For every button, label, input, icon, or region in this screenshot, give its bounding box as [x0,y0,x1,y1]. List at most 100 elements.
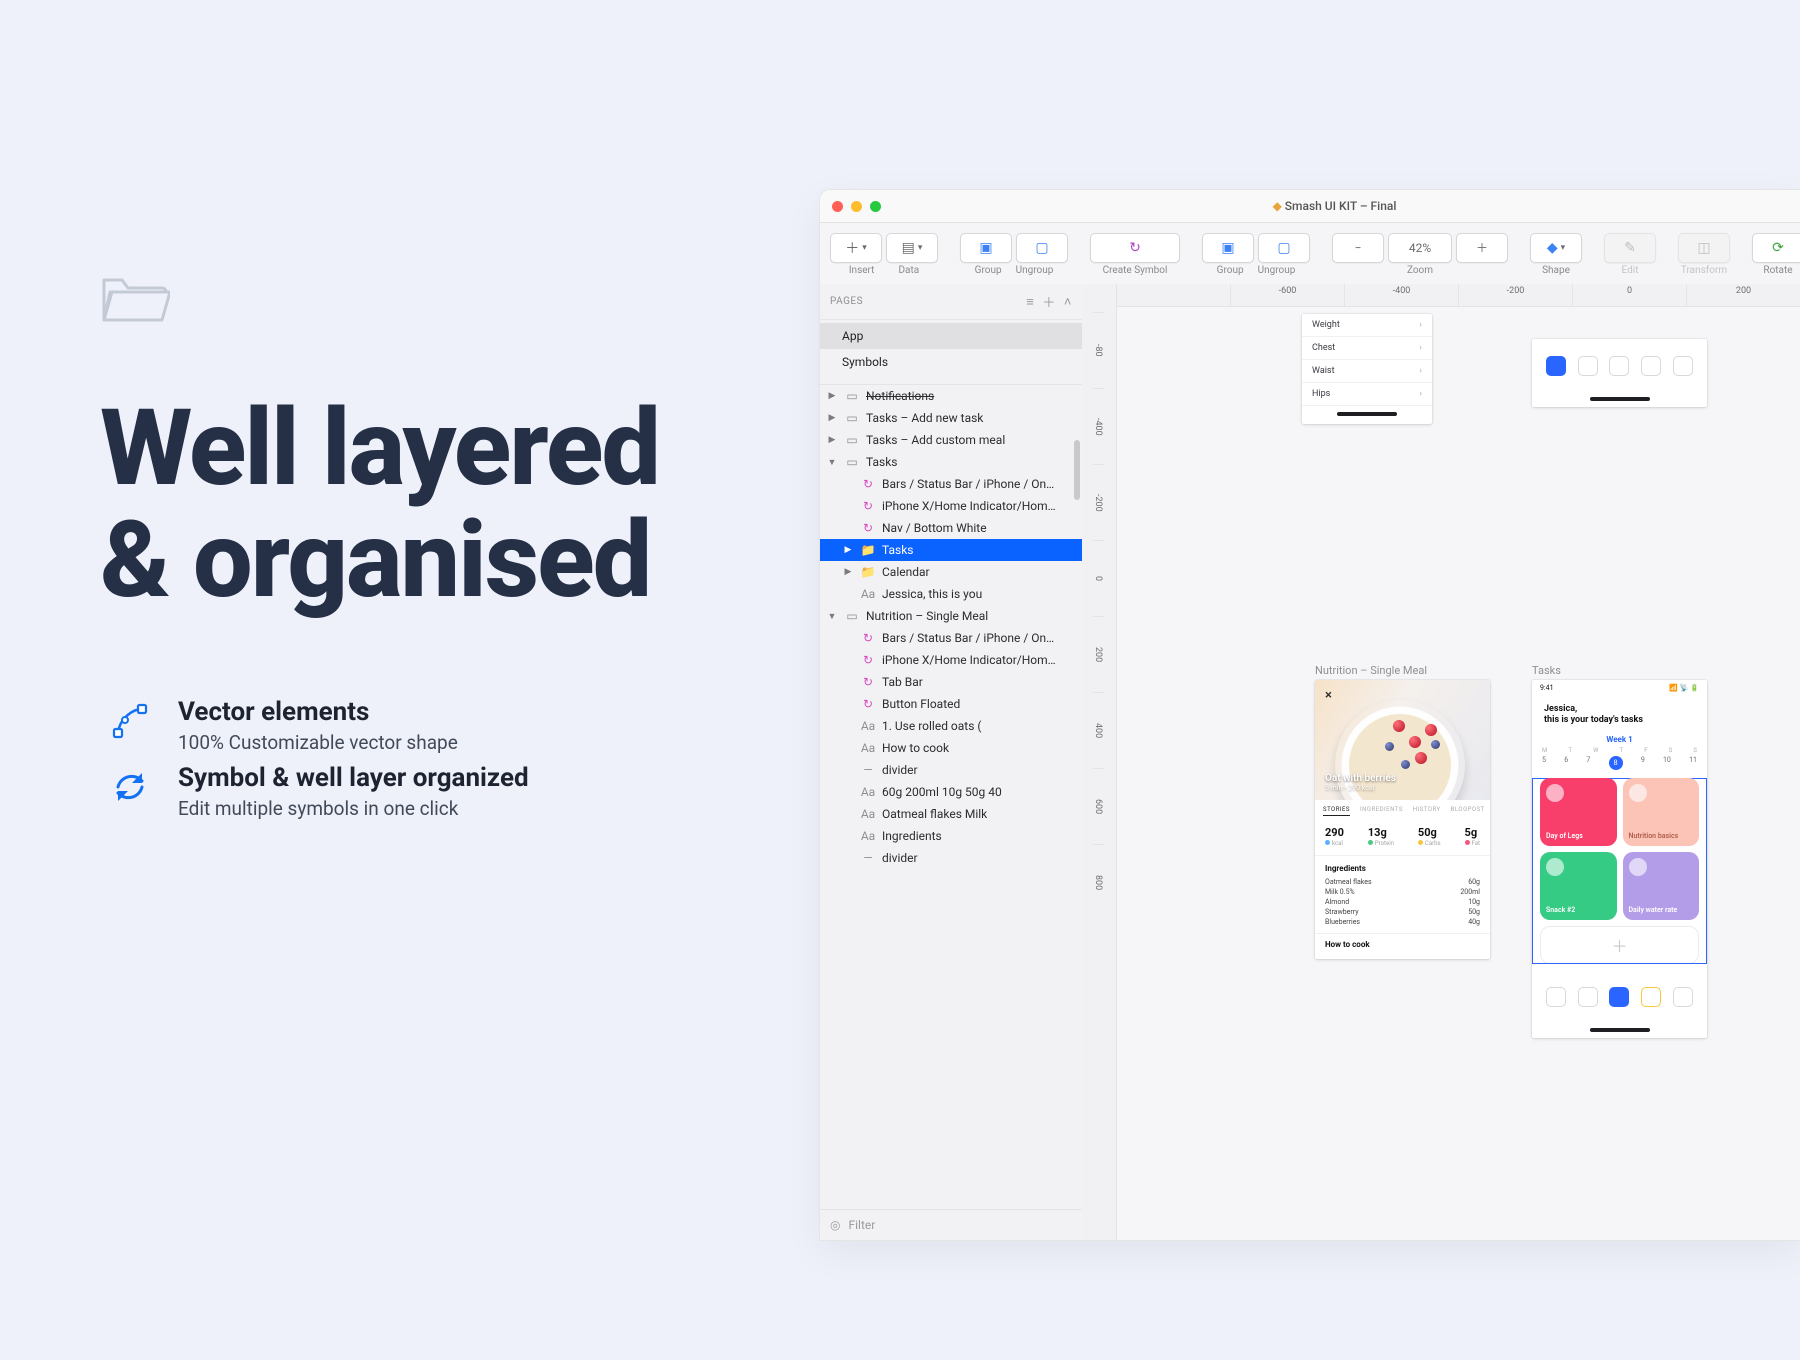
task-card[interactable]: Nutrition basics [1623,778,1700,846]
layer-row[interactable]: AaHow to cook [820,737,1082,759]
task-card[interactable]: Snack #2 [1540,852,1617,920]
layer-row[interactable]: ↻Button Floated [820,693,1082,715]
toolbar: ＋▾ ▤▾ Insert Data ▣ ▢ Group Ungroup [820,223,1800,286]
scrollbar-thumb[interactable] [1074,440,1080,500]
tab-icon [1578,356,1598,376]
fold-icon: 📁 [860,565,876,579]
ruler-vertical[interactable]: -80-400-2000200400600800 [1082,284,1117,1240]
ungroup-button[interactable]: ▢ [1016,233,1068,263]
layer-row[interactable]: ▶▭Tasks – Add new task [820,407,1082,429]
layer-row[interactable]: ▼▭Nutrition – Single Meal [820,605,1082,627]
zoom-window-button[interactable] [870,201,881,212]
transform-button[interactable]: ◫ [1678,233,1730,263]
promo-panel: Well layered& organised Vector elements … [100,260,930,785]
artboard-nutrition[interactable]: × Oat with berries5 min • 290 kcal STORI… [1315,680,1490,959]
art-icon: ▭ [844,455,860,469]
group2-button[interactable]: ▣ [1202,233,1254,263]
add-card-button[interactable]: ＋ [1540,926,1699,964]
meal-image: × Oat with berries5 min • 290 kcal [1315,680,1490,800]
layer-row[interactable]: —divider [820,759,1082,781]
layer-row[interactable]: Aa60g 200ml 10g 50g 40 [820,781,1082,803]
document-title: Smash UI KIT – Final [881,199,1788,213]
rotate-button[interactable]: ⟳ [1752,233,1800,263]
fold-icon: 📁 [860,543,876,557]
zoom-in-button[interactable]: ＋ [1456,233,1508,263]
data-button[interactable]: ▤▾ [886,233,938,263]
txt-icon: Aa [860,719,876,733]
task-card[interactable]: Daily water rate [1623,852,1700,920]
close-icon[interactable]: × [1325,688,1332,703]
layer-row[interactable]: ▶📁Tasks [820,539,1082,561]
tab-icon [1578,987,1598,1007]
insert-button[interactable]: ＋▾ [830,233,882,263]
pages-menu-icon[interactable]: ≡ [1026,294,1034,310]
tab-icon [1641,987,1661,1007]
artboard-label[interactable]: Tasks [1532,664,1561,677]
close-window-button[interactable] [832,201,843,212]
txt-icon: Aa [860,829,876,843]
promo-title: Well layered& organised [100,392,930,617]
layer-row[interactable]: ↻Tab Bar [820,671,1082,693]
layer-row[interactable]: ↻iPhone X/Home Indicator/Hom… [820,649,1082,671]
art-icon: ▭ [844,609,860,623]
week-label[interactable]: Week 1 [1532,735,1707,744]
layer-row[interactable]: ▶▭Notifications [820,385,1082,407]
layer-row[interactable]: Aa1. Use rolled oats ( [820,715,1082,737]
art-icon: ▭ [844,433,860,447]
task-card[interactable]: Day of Legs [1540,778,1617,846]
layer-row[interactable]: ↻Nav / Bottom White [820,517,1082,539]
artboard-tabbar[interactable] [1532,339,1707,407]
folder-icon [100,260,930,342]
minimize-window-button[interactable] [851,201,862,212]
tab-icon [1641,356,1661,376]
layer-row[interactable]: —divider [820,847,1082,869]
zoom-out-button[interactable]: − [1332,233,1384,263]
tab-icon [1546,356,1566,376]
layer-row[interactable]: ▶▭Tasks – Add custom meal [820,429,1082,451]
txt-icon: Aa [860,587,876,601]
layer-row[interactable]: AaIngredients [820,825,1082,847]
layers-sidebar: PAGES ≡ ＋ ˄ AppSymbols ▶▭Notifications▶▭… [820,284,1083,1240]
layer-row[interactable]: AaOatmeal flakes Milk [820,803,1082,825]
menu-item[interactable]: Weight [1302,314,1432,337]
shape-button[interactable]: ◆▾ [1530,233,1582,263]
vector-icon [106,697,154,745]
status-bar: 9:41📶 📡 🔋 [1532,680,1707,696]
page-item[interactable]: App [820,323,1082,349]
layer-filter[interactable]: ◎ Filter [820,1209,1082,1240]
layer-row[interactable]: ↻iPhone X/Home Indicator/Hom… [820,495,1082,517]
how-to-cook: How to cook [1315,934,1490,959]
tasks-cards[interactable]: Day of LegsNutrition basicsSnack #2Daily… [1532,778,1707,964]
add-page-icon[interactable]: ＋ [1042,292,1056,311]
txt-icon: Aa [860,741,876,755]
sym-icon: ↻ [860,477,876,491]
edit-button[interactable]: ✎ [1604,233,1656,263]
layer-row[interactable]: ↻Bars / Status Bar / iPhone / On… [820,473,1082,495]
tab-icon [1673,356,1693,376]
nutrition-tabs[interactable]: STORIESINGREDIENTSHISTORYBLOGPOST [1315,800,1490,822]
ungroup2-button[interactable]: ▢ [1258,233,1310,263]
ingredients: Ingredients Oatmeal flakes60gMilk 0.5%20… [1315,856,1490,934]
tab-icon [1609,356,1629,376]
layer-row[interactable]: ▼▭Tasks [820,451,1082,473]
layer-row[interactable]: ↻Bars / Status Bar / iPhone / On… [820,627,1082,649]
menu-item[interactable]: Waist [1302,360,1432,383]
artboard-label[interactable]: Nutrition – Single Meal [1315,664,1427,677]
canvas[interactable]: 🔒 -600-400-2000200 -80-400-2000200400600… [1082,284,1800,1240]
art-icon: ▭ [844,389,860,403]
group-button[interactable]: ▣ [960,233,1012,263]
layer-row[interactable]: ▶📁Calendar [820,561,1082,583]
menu-item[interactable]: Chest [1302,337,1432,360]
dates-row[interactable]: 567891011 [1532,754,1707,778]
menu-item[interactable]: Hips [1302,383,1432,406]
ruler-horizontal[interactable]: -600-400-2000200 [1116,284,1800,307]
create-symbol-button[interactable]: ↻ [1090,233,1180,263]
feature-symbol: Symbol & well layer organized Edit multi… [100,763,930,785]
zoom-value[interactable]: 42% [1388,233,1452,263]
collapse-pages-icon[interactable]: ˄ [1064,294,1072,310]
artboard-menu[interactable]: WeightChestWaistHips [1302,314,1432,424]
layer-row[interactable]: AaJessica, this is you [820,583,1082,605]
artboard-tasks[interactable]: 9:41📶 📡 🔋 Jessica, this is your today's … [1532,680,1707,1038]
tab-icon [1546,987,1566,1007]
page-item[interactable]: Symbols [820,349,1082,375]
